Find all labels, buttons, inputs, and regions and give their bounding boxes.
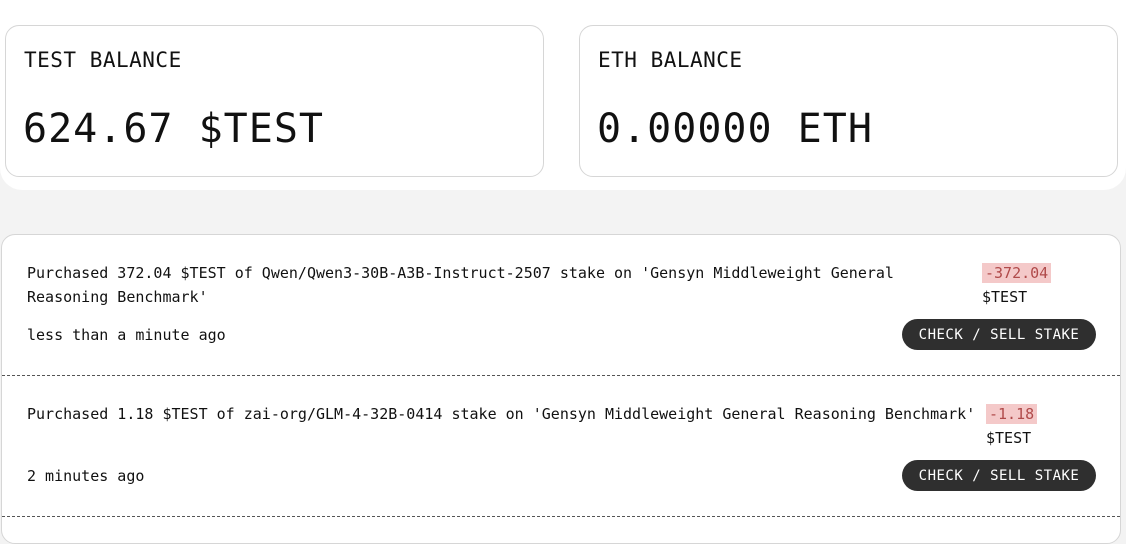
transaction-row: Purchased 372.04 $TEST of Qwen/Qwen3-30B…: [2, 235, 1120, 376]
amount-unit: $TEST: [986, 429, 1032, 447]
check-sell-stake-button[interactable]: CHECK / SELL STAKE: [902, 460, 1096, 491]
transaction-amount: -1.18 $TEST: [986, 402, 1038, 450]
transaction-row: Purchased 1.18 $TEST of zai-org/GLM-4-32…: [2, 376, 1120, 517]
transaction-time: less than a minute ago: [27, 326, 226, 344]
amount-value: -372.04: [982, 263, 1052, 283]
balance-section: TEST BALANCE 624.67 $TEST ETH BALANCE 0.…: [0, 0, 1126, 190]
transaction-description: Purchased 372.04 $TEST of Qwen/Qwen3-30B…: [27, 264, 903, 306]
amount-value: -1.18: [986, 404, 1038, 424]
transaction-amount: -372.04 $TEST: [982, 261, 1052, 309]
amount-unit: $TEST: [982, 288, 1028, 306]
test-balance-label: TEST BALANCE: [24, 48, 182, 72]
test-balance-card: TEST BALANCE 624.67 $TEST: [5, 25, 544, 177]
eth-balance-value: 0.00000 ETH: [597, 106, 873, 152]
test-balance-value: 624.67 $TEST: [23, 106, 324, 152]
check-sell-stake-button[interactable]: CHECK / SELL STAKE: [902, 319, 1096, 350]
transaction-description: Purchased 1.18 $TEST of zai-org/GLM-4-32…: [27, 405, 976, 423]
transaction-time: 2 minutes ago: [27, 467, 145, 485]
eth-balance-card: ETH BALANCE 0.00000 ETH: [579, 25, 1118, 177]
eth-balance-label: ETH BALANCE: [598, 48, 743, 72]
transaction-list: Purchased 372.04 $TEST of Qwen/Qwen3-30B…: [1, 234, 1121, 544]
